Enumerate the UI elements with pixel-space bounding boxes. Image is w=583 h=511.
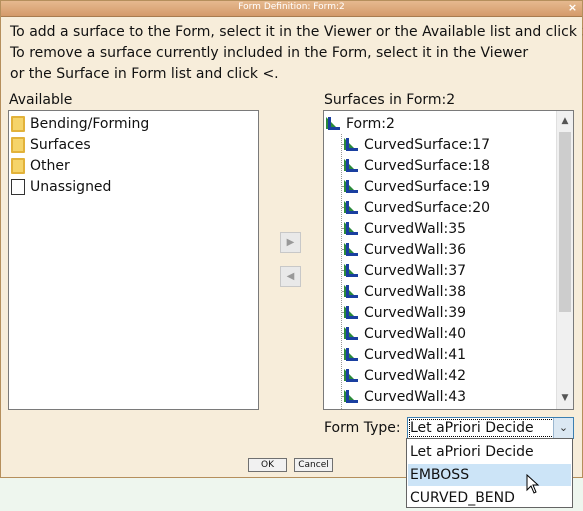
- tree-item[interactable]: CurvedSurface:17: [344, 134, 490, 155]
- folder-icon: [11, 157, 25, 174]
- tree-item-label: CurvedWall:37: [364, 262, 467, 279]
- dropdown-option[interactable]: EMBOSS: [408, 464, 571, 486]
- form-definition-dialog: Form Definition: Form:2 × To add a surfa…: [0, 0, 583, 478]
- form-type-value: Let aPriori Decide: [409, 419, 554, 437]
- dropdown-option[interactable]: CURVED_BEND: [408, 487, 571, 509]
- available-list[interactable]: Bending/Forming Surfaces Other Unassigne…: [8, 110, 259, 410]
- surface-icon: [344, 242, 358, 257]
- surface-icon: [344, 284, 358, 299]
- window-title: Form Definition: Form:2: [238, 2, 345, 12]
- list-item-label: Other: [30, 157, 70, 174]
- tree-item[interactable]: CurvedWall:36: [344, 239, 466, 260]
- surface-icon: [344, 389, 358, 404]
- instruction-line-3: or the Surface in Form list and click <.: [10, 66, 279, 82]
- scroll-up-icon[interactable]: ▲: [557, 113, 573, 130]
- instruction-line-1: To add a surface to the Form, select it …: [10, 24, 583, 40]
- surface-icon: [344, 305, 358, 320]
- tree-root[interactable]: Form:2: [326, 113, 395, 134]
- surface-icon: [344, 368, 358, 383]
- title-bar[interactable]: Form Definition: Form:2 ×: [1, 1, 582, 17]
- surface-icon: [344, 158, 358, 173]
- tree-item-label: CurvedWall:35: [364, 220, 467, 237]
- add-button[interactable]: ▶: [280, 232, 301, 253]
- mouse-cursor-icon: [526, 474, 540, 494]
- folder-icon: [11, 115, 25, 132]
- tree-item[interactable]: CurvedWall:41: [344, 344, 466, 365]
- list-item-label: Bending/Forming: [30, 115, 150, 132]
- surface-icon: [344, 137, 358, 152]
- list-item-label: Unassigned: [30, 178, 112, 195]
- tree-item[interactable]: CurvedWall:43: [344, 386, 466, 407]
- instruction-line-2: To remove a surface currently included i…: [10, 45, 529, 61]
- document-icon: [11, 178, 25, 195]
- tree-item[interactable]: CurvedWall:38: [344, 281, 466, 302]
- form-type-select[interactable]: Let aPriori Decide ⌄: [407, 417, 574, 439]
- scrollbar-thumb[interactable]: [559, 132, 571, 312]
- tree-item[interactable]: CurvedSurface:18: [344, 155, 490, 176]
- tree-item-label: CurvedSurface:20: [364, 199, 491, 216]
- form-type-dropdown[interactable]: Let aPriori Decide EMBOSS CURVED_BEND: [406, 438, 573, 508]
- list-item-label: Surfaces: [30, 136, 91, 153]
- tree-item[interactable]: CurvedWall:39: [344, 302, 466, 323]
- form-type-label: Form Type:: [324, 420, 401, 436]
- tree-item[interactable]: CurvedSurface:19: [344, 176, 490, 197]
- available-label: Available: [9, 92, 73, 108]
- surface-icon: [344, 326, 358, 341]
- tree-item[interactable]: CurvedWall:37: [344, 260, 466, 281]
- tree-connector: [341, 134, 342, 409]
- remove-button[interactable]: ◀: [280, 266, 301, 287]
- surface-icon: [344, 179, 358, 194]
- tree-item[interactable]: CurvedWall:35: [344, 218, 466, 239]
- dropdown-option[interactable]: Let aPriori Decide: [408, 441, 571, 463]
- folder-icon: [11, 136, 25, 153]
- chevron-down-icon[interactable]: ⌄: [553, 418, 573, 438]
- tree-item-label: CurvedWall:38: [364, 283, 467, 300]
- surfaces-label: Surfaces in Form:2: [324, 92, 456, 108]
- ok-button[interactable]: OK: [248, 458, 287, 472]
- tree-root-label: Form:2: [346, 115, 395, 132]
- list-item[interactable]: Bending/Forming: [11, 113, 149, 134]
- tree-item-label: CurvedSurface:19: [364, 178, 491, 195]
- vertical-scrollbar[interactable]: ▲ ▼: [556, 111, 573, 409]
- close-button[interactable]: ×: [566, 2, 579, 14]
- tree-item-label: CurvedSurface:17: [364, 136, 491, 153]
- cancel-button[interactable]: Cancel: [294, 458, 333, 472]
- tree-item[interactable]: CurvedWall:42: [344, 365, 466, 386]
- tree-item[interactable]: CurvedSurface:20: [344, 197, 490, 218]
- surface-icon: [344, 221, 358, 236]
- scroll-down-icon[interactable]: ▼: [557, 390, 573, 407]
- form-icon: [326, 116, 340, 131]
- tree-item-label: CurvedWall:42: [364, 367, 467, 384]
- tree-item-label: CurvedWall:43: [364, 388, 467, 405]
- list-item[interactable]: Unassigned: [11, 176, 111, 197]
- list-item[interactable]: Surfaces: [11, 134, 91, 155]
- list-item[interactable]: Other: [11, 155, 70, 176]
- tree-item-label: CurvedWall:36: [364, 241, 467, 258]
- surface-icon: [344, 200, 358, 215]
- surface-icon: [344, 263, 358, 278]
- tree-item-label: CurvedWall:40: [364, 325, 467, 342]
- surface-icon: [344, 347, 358, 362]
- tree-item-label: CurvedWall:41: [364, 346, 467, 363]
- tree-item[interactable]: CurvedWall:40: [344, 323, 466, 344]
- tree-item-label: CurvedSurface:18: [364, 157, 491, 174]
- tree-item-label: CurvedWall:39: [364, 304, 467, 321]
